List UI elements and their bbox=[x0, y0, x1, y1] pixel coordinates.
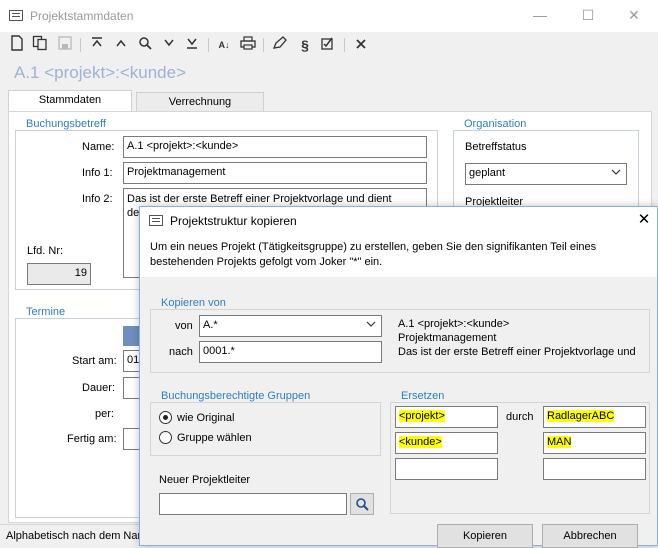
copy-structure-dialog: Projektstruktur kopieren ✕ Um ein neues … bbox=[139, 206, 658, 548]
search-icon bbox=[355, 498, 369, 514]
next-record-icon[interactable] bbox=[159, 35, 179, 55]
toolbar-separator bbox=[208, 38, 209, 52]
ersetzen-legend: Ersetzen bbox=[398, 390, 448, 402]
previous-record-icon[interactable] bbox=[111, 35, 131, 55]
nach-field[interactable]: 0001.* bbox=[199, 341, 382, 363]
projektleiter-search-button[interactable] bbox=[350, 493, 374, 515]
replace-to-field[interactable]: MAN bbox=[543, 432, 646, 454]
replace-from-value: <kunde> bbox=[399, 436, 442, 448]
window-title: Projektstammdaten bbox=[30, 9, 134, 23]
title-bar: Projektstammdaten — ☐ ✕ bbox=[0, 0, 658, 32]
name-label: Name: bbox=[82, 141, 115, 153]
save-icon[interactable] bbox=[55, 35, 75, 55]
replace-to-value: MAN bbox=[547, 436, 572, 448]
name-field[interactable]: A.1 <projekt>:<kunde> bbox=[123, 136, 427, 158]
cancel-icon[interactable] bbox=[351, 35, 371, 55]
info2-line: Das ist der erste Betreff einer Projektv… bbox=[127, 193, 392, 205]
von-label: von bbox=[175, 320, 193, 332]
von-value: A.* bbox=[203, 319, 218, 331]
info1-field[interactable]: Projektmanagement bbox=[123, 162, 427, 184]
info1-label: Info 1: bbox=[82, 167, 113, 179]
neuer-projektleiter-label: Neuer Projektleiter bbox=[159, 474, 251, 486]
gruppe-waehlen-radio[interactable] bbox=[159, 431, 172, 444]
minimize-button[interactable]: — bbox=[520, 4, 560, 26]
toolbar: A↓ § bbox=[0, 32, 658, 58]
replace-from-field[interactable]: <projekt> bbox=[395, 406, 498, 428]
status-select[interactable]: geplant bbox=[465, 163, 627, 185]
projektleiter-field[interactable] bbox=[159, 493, 347, 515]
app-icon bbox=[9, 10, 23, 21]
termine-legend: Termine bbox=[23, 306, 69, 318]
start-label: Start am: bbox=[72, 355, 117, 367]
kopieren-button[interactable]: Kopieren bbox=[437, 524, 533, 548]
replace-to-field[interactable] bbox=[543, 458, 646, 480]
toolbar-separator bbox=[263, 38, 264, 52]
source-info-line: Das ist der erste Betreff einer Projektv… bbox=[398, 346, 636, 358]
lfd-field: 19 bbox=[27, 263, 91, 285]
replace-to-value: RadlagerABC bbox=[547, 410, 615, 422]
kopieren-von-legend: Kopieren von bbox=[158, 297, 229, 309]
buchungsbetreff-legend: Buchungsbetreff bbox=[23, 118, 109, 130]
nach-label: nach bbox=[169, 346, 193, 358]
maximize-button[interactable]: ☐ bbox=[568, 4, 608, 26]
new-document-icon[interactable] bbox=[7, 35, 27, 55]
dialog-app-icon bbox=[149, 215, 163, 226]
replace-from-value: <projekt> bbox=[399, 410, 445, 422]
checklist-edit-icon[interactable] bbox=[319, 35, 339, 55]
organisation-legend: Organisation bbox=[461, 118, 530, 130]
source-info-line: A.1 <projekt>:<kunde> bbox=[398, 318, 510, 330]
wie-original-radio[interactable] bbox=[159, 411, 172, 424]
toolbar-separator bbox=[344, 38, 345, 52]
toolbar-separator bbox=[80, 38, 81, 52]
status-label: Betreffstatus bbox=[465, 141, 527, 153]
paragraph-icon[interactable]: § bbox=[295, 35, 315, 55]
gruppen-group bbox=[150, 402, 381, 456]
dialog-close-button[interactable]: ✕ bbox=[634, 210, 654, 228]
fertig-label: Fertig am: bbox=[67, 433, 117, 445]
wie-original-label[interactable]: wie Original bbox=[177, 412, 234, 424]
chevron-down-icon bbox=[366, 319, 376, 332]
tab-verrechnung[interactable]: Verrechnung bbox=[136, 92, 264, 112]
lfd-label: Lfd. Nr: bbox=[27, 245, 64, 257]
chevron-down-icon bbox=[611, 167, 621, 180]
search-icon[interactable] bbox=[135, 35, 155, 55]
replace-to-field[interactable]: RadlagerABC bbox=[543, 406, 646, 428]
dialog-title: Projektstruktur kopieren bbox=[170, 214, 297, 228]
dialog-description: Um ein neues Projekt (Tätigkeitsgruppe) … bbox=[140, 235, 657, 277]
replace-from-field[interactable]: <kunde> bbox=[395, 432, 498, 454]
dialog-title-bar: Projektstruktur kopieren ✕ bbox=[140, 207, 657, 235]
tab-stammdaten[interactable]: Stammdaten bbox=[8, 90, 132, 112]
close-button[interactable]: ✕ bbox=[614, 4, 654, 26]
status-value: geplant bbox=[469, 167, 506, 179]
source-info-line: Projektmanagement bbox=[398, 332, 497, 344]
last-record-icon[interactable] bbox=[182, 35, 202, 55]
info2-label: Info 2: bbox=[82, 193, 113, 205]
per-label: per: bbox=[95, 408, 114, 420]
record-heading: A.1 <projekt>:<kunde> bbox=[14, 63, 187, 82]
replace-from-field[interactable] bbox=[395, 458, 498, 480]
gruppen-legend: Buchungsberechtigte Gruppen bbox=[158, 390, 314, 402]
status-text: Alphabetisch nach dem Nam bbox=[6, 530, 147, 542]
durch-label: durch bbox=[506, 411, 534, 423]
dauer-label: Dauer: bbox=[82, 382, 116, 394]
abbrechen-button[interactable]: Abbrechen bbox=[542, 524, 638, 548]
von-combobox[interactable]: A.* bbox=[199, 315, 382, 337]
gruppe-waehlen-label[interactable]: Gruppe wählen bbox=[177, 432, 252, 444]
print-icon[interactable] bbox=[238, 35, 258, 55]
edit-pen-icon[interactable] bbox=[270, 35, 290, 55]
first-record-icon[interactable] bbox=[87, 35, 107, 55]
copy-icon[interactable] bbox=[30, 35, 50, 55]
sort-az-icon[interactable]: A↓ bbox=[214, 35, 234, 55]
